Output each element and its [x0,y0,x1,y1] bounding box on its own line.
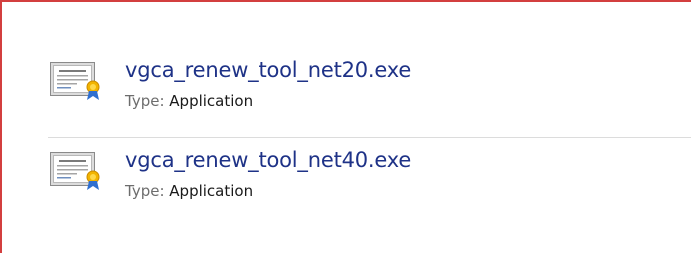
file-type-value: Application [169,92,254,110]
item-divider [48,137,691,138]
file-name[interactable]: vgca_renew_tool_net40.exe [125,148,411,172]
file-type: Type: Application [125,182,253,200]
application-certificate-icon [50,152,107,192]
file-name[interactable]: vgca_renew_tool_net20.exe [125,58,411,82]
file-type-label: Type: [125,92,165,110]
file-item[interactable]: vgca_renew_tool_net20.exe Type: Applicat… [48,58,691,124]
application-certificate-icon [50,62,107,102]
search-results-pane: vgca_renew_tool_net20.exe Type: Applicat… [0,0,691,253]
file-item[interactable]: vgca_renew_tool_net40.exe Type: Applicat… [48,148,691,214]
file-type: Type: Application [125,92,253,110]
file-type-label: Type: [125,182,165,200]
file-type-value: Application [169,182,254,200]
